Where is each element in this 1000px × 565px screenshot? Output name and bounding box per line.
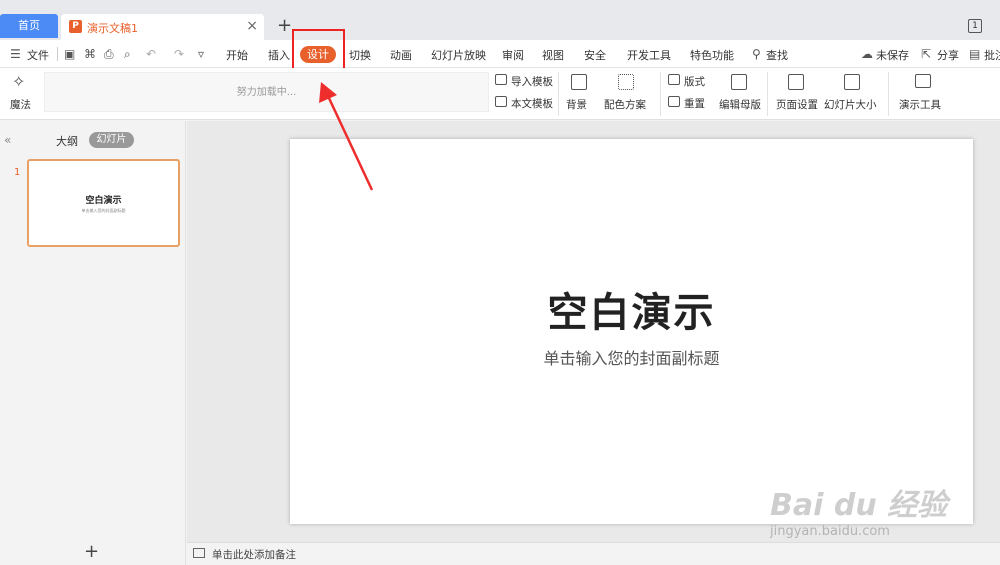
tab-slides[interactable]: 幻灯片 xyxy=(89,132,134,148)
menu-view[interactable]: 视图 xyxy=(542,47,564,63)
background-icon xyxy=(571,74,587,90)
import-template-icon xyxy=(495,74,507,85)
menu-search[interactable]: 查找 xyxy=(766,47,788,63)
divider xyxy=(558,72,559,116)
window-count-badge[interactable]: 1 xyxy=(968,19,982,33)
ribbon: ✧ 魔法 努力加载中... 导入模板 本文模板 背景 配色方案 版式 重置 编辑… xyxy=(0,68,1000,120)
unsaved-status[interactable]: 未保存 xyxy=(876,47,909,63)
cloud-icon: ☁ xyxy=(861,47,873,61)
this-template-icon xyxy=(495,96,507,107)
comment-button[interactable]: 批注 xyxy=(984,47,1000,63)
divider xyxy=(888,72,889,116)
more-icon[interactable]: ▿ xyxy=(198,47,204,61)
menu-transition[interactable]: 切换 xyxy=(349,47,371,63)
divider xyxy=(767,72,768,116)
preview-icon[interactable]: ⌕ xyxy=(124,47,131,62)
undo-icon[interactable]: ↶ xyxy=(146,47,156,61)
layout-icon xyxy=(668,74,680,85)
edit-master-icon xyxy=(731,74,747,90)
menu-file[interactable]: 文件 xyxy=(27,47,49,63)
reset-button[interactable]: 重置 xyxy=(684,96,705,111)
background-button[interactable]: 背景 xyxy=(566,97,587,112)
tab-document[interactable]: P 演示文稿1 × xyxy=(61,14,264,40)
menu-slideshow[interactable]: 幻灯片放映 xyxy=(431,47,486,63)
add-slide-button[interactable]: + xyxy=(84,541,99,562)
slide-title[interactable]: 空白演示 xyxy=(290,280,973,338)
magic-button[interactable]: 魔法 xyxy=(10,97,31,112)
watermark-url: jingyan.baidu.com xyxy=(770,524,890,539)
notes-bar[interactable]: 单击此处添加备注 xyxy=(187,542,1000,565)
slide-thumbnail[interactable]: 空白演示 单击输入您的封面副标题 xyxy=(27,159,180,247)
menu-review[interactable]: 审阅 xyxy=(502,47,524,63)
menu-developer[interactable]: 开发工具 xyxy=(627,47,671,63)
new-tab-button[interactable]: + xyxy=(277,14,292,38)
menu-animation[interactable]: 动画 xyxy=(390,47,412,63)
slide[interactable]: 空白演示 单击输入您的封面副标题 xyxy=(290,139,973,524)
template-loading-area: 努力加载中... xyxy=(44,72,489,112)
magic-wand-icon[interactable]: ✧ xyxy=(12,72,25,91)
presenter-tools-button[interactable]: 演示工具 xyxy=(899,97,941,112)
this-template-button[interactable]: 本文模板 xyxy=(511,96,553,111)
save-icon[interactable]: ▣ xyxy=(64,47,75,61)
tab-document-label: 演示文稿1 xyxy=(87,22,138,35)
close-icon[interactable]: × xyxy=(246,18,258,34)
menu-start[interactable]: 开始 xyxy=(226,47,248,63)
divider xyxy=(660,72,661,116)
hamburger-icon[interactable]: ☰ xyxy=(10,47,21,61)
tab-outline[interactable]: 大纲 xyxy=(56,133,78,149)
redo-icon[interactable]: ↷ xyxy=(174,47,184,61)
slide-panel: « 大纲 幻灯片 1 空白演示 单击输入您的封面副标题 + xyxy=(0,121,186,565)
divider xyxy=(57,47,58,61)
menu-bar: ☰ 文件 ▣ ⌘ ⎙ ⌕ ↶ ↷ ▿ 开始 插入 切换 动画 幻灯片放映 审阅 … xyxy=(0,40,1000,68)
tab-bar: 首页 P 演示文稿1 × + 1 xyxy=(0,0,1000,40)
presentation-icon: P xyxy=(69,20,82,33)
slide-size-icon xyxy=(844,74,860,90)
page-setup-icon xyxy=(788,74,804,90)
color-scheme-button[interactable]: 配色方案 xyxy=(604,97,646,112)
slide-size-button[interactable]: 幻灯片大小 xyxy=(824,97,877,112)
layout-button[interactable]: 版式 xyxy=(684,74,705,89)
print-icon[interactable]: ⎙ xyxy=(104,47,114,62)
watermark-logo: Bai du 经验 xyxy=(770,488,948,523)
slide-number: 1 xyxy=(14,167,21,178)
presenter-tools-icon xyxy=(915,74,931,88)
notes-placeholder[interactable]: 单击此处添加备注 xyxy=(212,547,296,562)
import-template-button[interactable]: 导入模板 xyxy=(511,74,553,89)
slide-subtitle[interactable]: 单击输入您的封面副标题 xyxy=(290,345,973,369)
notes-icon xyxy=(193,548,205,558)
share-button[interactable]: 分享 xyxy=(937,47,959,63)
thumbnail-title: 空白演示 xyxy=(85,196,122,206)
menu-security[interactable]: 安全 xyxy=(584,47,606,63)
menu-insert[interactable]: 插入 xyxy=(268,47,290,63)
edit-master-button[interactable]: 编辑母版 xyxy=(719,97,761,112)
thumbnail-subtitle: 单击输入您的封面副标题 xyxy=(81,208,126,213)
search-icon: ⚲ xyxy=(752,47,761,61)
format-painter-icon[interactable]: ⌘ xyxy=(84,47,96,61)
collapse-icon[interactable]: « xyxy=(4,133,11,147)
tab-home[interactable]: 首页 xyxy=(0,14,58,38)
color-scheme-icon xyxy=(618,74,634,90)
share-icon: ⇱ xyxy=(921,47,932,61)
highlight-box xyxy=(292,29,345,73)
reset-icon xyxy=(668,96,680,107)
page-setup-button[interactable]: 页面设置 xyxy=(776,97,818,112)
comment-icon: ▤ xyxy=(969,47,981,61)
menu-features[interactable]: 特色功能 xyxy=(690,47,734,63)
